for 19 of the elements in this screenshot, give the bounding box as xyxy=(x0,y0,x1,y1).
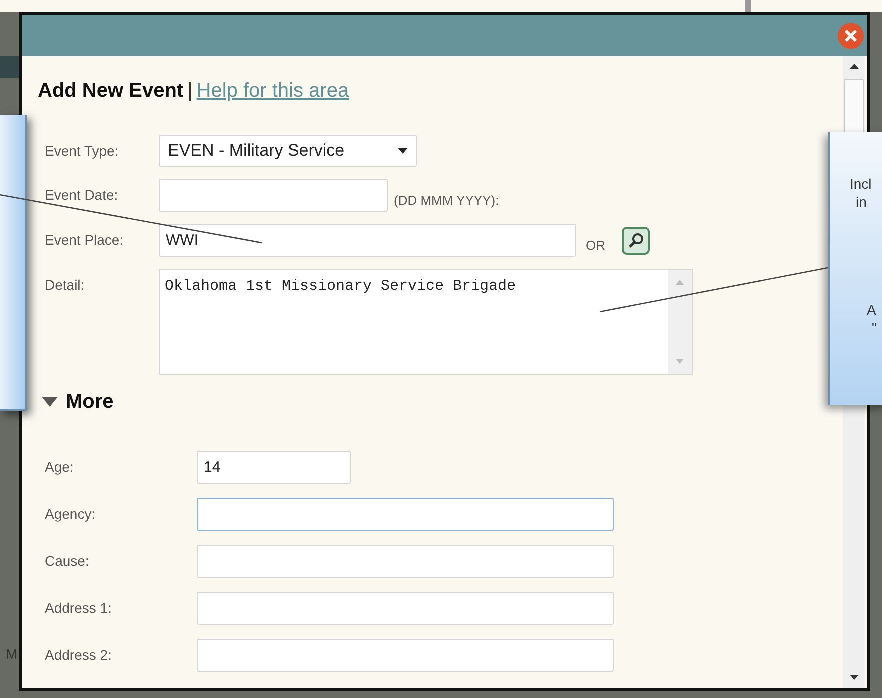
title-separator: | xyxy=(188,79,193,104)
callout-text: Incl xyxy=(850,175,873,193)
callout-text: A xyxy=(867,301,878,319)
field-label: Event Place: xyxy=(45,231,125,250)
background-text: M xyxy=(6,645,18,664)
format-hint: (DD MMM YYYY): xyxy=(394,192,500,210)
callout-text: " xyxy=(872,319,878,337)
or-label: OR xyxy=(586,236,606,254)
callout-text: in xyxy=(856,193,868,211)
field-label: Age: xyxy=(45,458,75,477)
field-label: Agency: xyxy=(45,505,97,524)
field-label: Cause: xyxy=(45,552,90,571)
field-label: Event Date: xyxy=(45,186,120,205)
detail-text: Oklahoma 1st Missionary Service Brigade xyxy=(164,277,518,297)
field-label: Address 2: xyxy=(45,646,113,665)
dialog-title: Add New Event xyxy=(38,79,184,104)
field-label: Event Type: xyxy=(45,142,120,161)
field-label: Detail: xyxy=(45,276,86,295)
field-label: Address 1: xyxy=(45,599,113,618)
